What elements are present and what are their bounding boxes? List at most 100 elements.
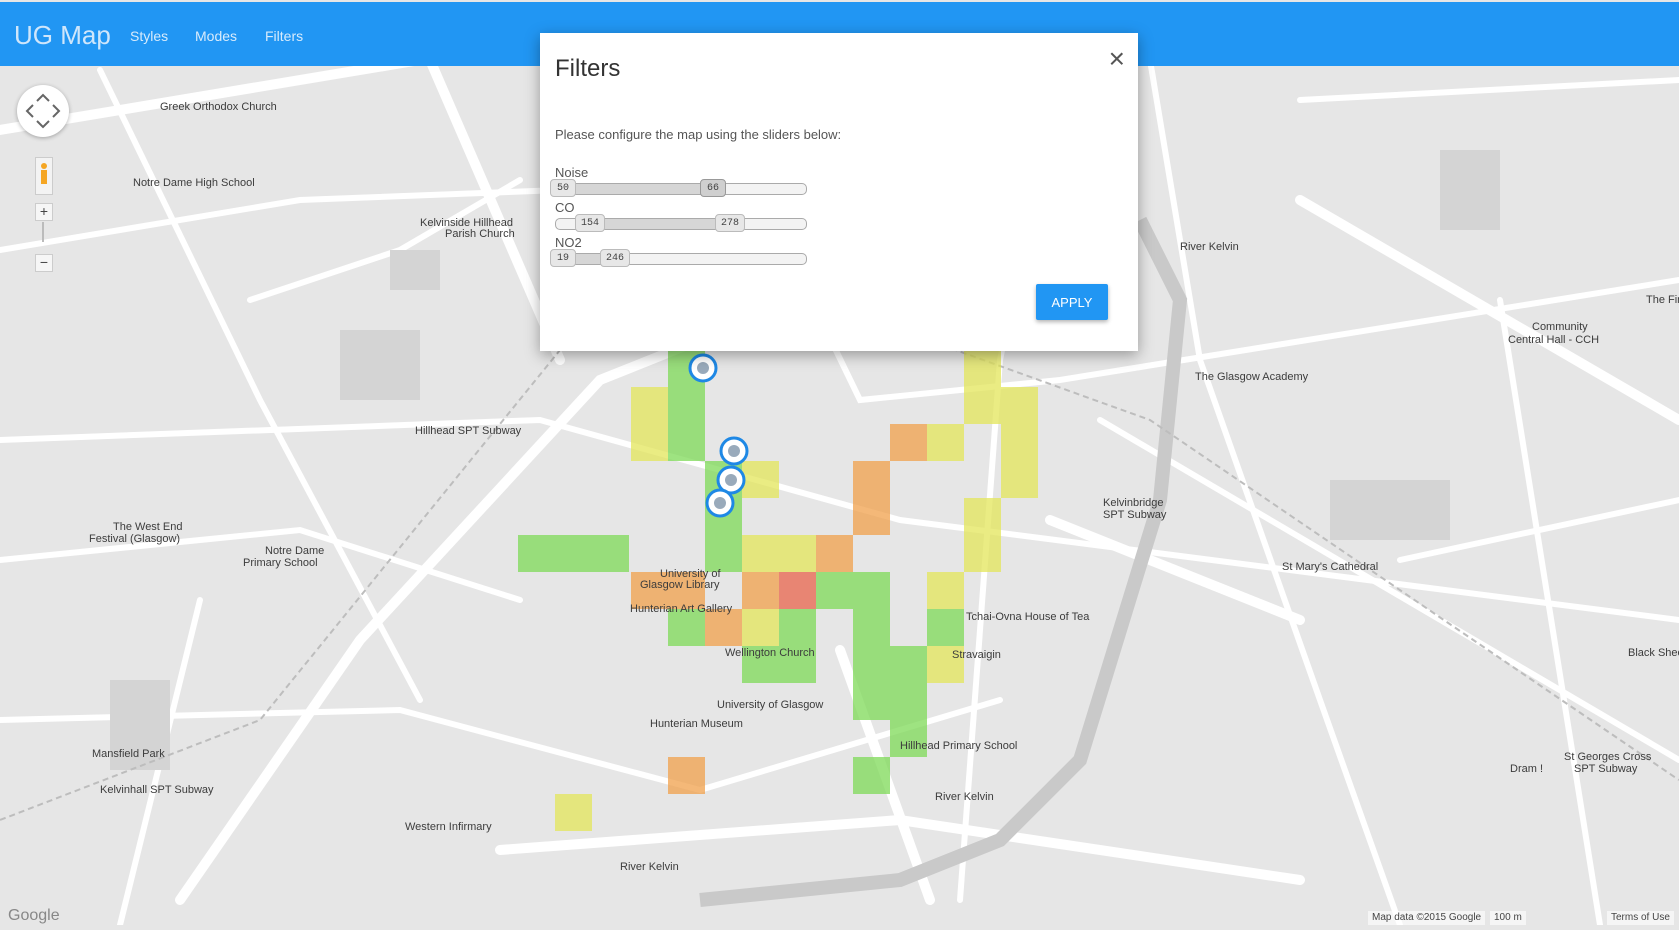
map-block-4 — [390, 250, 440, 290]
no2-max-handle[interactable]: 246 — [600, 249, 631, 267]
heatmap-cell-25 — [816, 535, 853, 572]
heatmap-cell-41 — [853, 646, 890, 683]
heatmap-cell-47 — [668, 757, 705, 794]
heatmap-cell-17 — [964, 498, 1001, 535]
map-label-20: River Kelvin — [1180, 241, 1239, 253]
noise-slider[interactable]: 50 66 — [550, 179, 807, 197]
nav-filters[interactable]: Filters — [265, 28, 303, 44]
heatmap-cell-21 — [592, 535, 629, 572]
street-view-pegman-icon[interactable] — [35, 157, 53, 195]
map-label-12: Wellington Church — [725, 647, 815, 659]
noise-max-handle[interactable]: 66 — [700, 179, 726, 197]
heatmap-cell-49 — [555, 794, 592, 831]
no2-min-handle[interactable]: 19 — [550, 249, 576, 267]
map-block-3 — [1440, 150, 1500, 230]
heatmap-cell-44 — [853, 683, 890, 720]
co-slider[interactable]: 154 278 — [555, 214, 807, 232]
heatmap-cell-48 — [853, 757, 890, 794]
heatmap-cell-2 — [631, 387, 668, 424]
map-label-16: Mansfield Park — [92, 748, 165, 760]
sensor-marker-glyph-0 — [697, 362, 709, 374]
map-label-29: Stravaigin — [952, 649, 1001, 661]
sensor-marker-glyph-1 — [728, 445, 740, 457]
zoom-in-button[interactable]: + — [35, 203, 53, 221]
map-label-31: Dram ! — [1510, 763, 1543, 775]
sensor-marker-glyph-2 — [725, 474, 737, 486]
noise-label: Noise — [555, 165, 589, 180]
heatmap-cell-24 — [779, 535, 816, 572]
map-label-27: St Mary's Cathedral — [1282, 561, 1378, 573]
map-label-25: Kelvinbridge — [1103, 497, 1164, 509]
pan-control[interactable] — [17, 85, 69, 137]
map-label-18: Western Infirmary — [405, 821, 492, 833]
co-min-handle[interactable]: 154 — [575, 214, 606, 232]
apply-button[interactable]: APPLY — [1036, 284, 1108, 320]
heatmap-cell-36 — [779, 609, 816, 646]
map-label-3: Parish Church — [445, 228, 515, 240]
heatmap-cell-22 — [705, 535, 742, 572]
map-label-0: Greek Orthodox Church — [160, 101, 277, 113]
map-label-28: Tchai-Ovna House of Tea — [966, 611, 1090, 623]
map-block-2 — [1330, 480, 1450, 540]
dialog-instructions: Please configure the map using the slide… — [555, 127, 842, 142]
heatmap-cell-23 — [742, 535, 779, 572]
pan-arrows-icon — [25, 93, 61, 129]
filters-dialog: Filters × Please configure the map using… — [540, 33, 1138, 351]
heatmap-cell-8 — [853, 461, 890, 498]
map-label-30: Black Sheep Bistro — [1628, 647, 1679, 659]
zoom-out-button[interactable]: − — [35, 254, 53, 272]
map-label-1: Notre Dame High School — [133, 177, 255, 189]
heatmap-cell-42 — [890, 646, 927, 683]
heatmap-cell-29 — [779, 572, 816, 609]
map-label-32: St Georges Cross — [1564, 751, 1652, 763]
heatmap-cell-10 — [890, 424, 927, 461]
heatmap-cell-19 — [518, 535, 555, 572]
nav-modes[interactable]: Modes — [195, 28, 237, 44]
heatmap-cell-32 — [927, 572, 964, 609]
heatmap-cell-3 — [631, 424, 668, 461]
heatmap-cell-9 — [853, 498, 890, 535]
map-label-26: SPT Subway — [1103, 509, 1167, 521]
heatmap-cell-45 — [890, 683, 927, 720]
close-icon[interactable]: × — [1109, 45, 1125, 73]
noise-min-handle[interactable]: 50 — [550, 179, 576, 197]
heatmap-cell-38 — [927, 609, 964, 646]
zoom-slider-track[interactable] — [42, 222, 44, 242]
map-attribution: Map data ©2015 Google — [1368, 911, 1486, 925]
map-block-1 — [340, 330, 420, 400]
map-label-24: The Glasgow Academy — [1195, 371, 1309, 383]
heatmap-cell-35 — [742, 609, 779, 646]
heatmap-cell-18 — [964, 535, 1001, 572]
no2-slider[interactable]: 19 246 — [550, 249, 807, 267]
road-6 — [175, 295, 805, 905]
app-title[interactable]: UG Map — [14, 20, 111, 51]
no2-label: NO2 — [555, 235, 582, 250]
heatmap-cell-16 — [1001, 461, 1038, 498]
heatmap-cell-31 — [853, 572, 890, 609]
map-scale: 100 m — [1490, 911, 1526, 925]
road-13 — [1097, 417, 1679, 763]
heatmap-cell-1 — [668, 387, 705, 424]
map-label-15: Hillhead Primary School — [900, 740, 1017, 752]
heatmap-cell-20 — [555, 535, 592, 572]
nav-styles[interactable]: Styles — [130, 28, 168, 44]
heatmap-cell-37 — [853, 609, 890, 646]
map-label-5: The West End — [113, 521, 183, 533]
map-label-7: Notre Dame — [265, 545, 324, 557]
map-label-8: Primary School — [243, 557, 318, 569]
co-label: CO — [555, 200, 575, 215]
map-label-13: University of Glasgow — [717, 699, 823, 711]
map-label-22: Community — [1532, 321, 1588, 333]
heatmap-cell-30 — [816, 572, 853, 609]
terms-link[interactable]: Terms of Use — [1607, 911, 1674, 925]
map-label-6: Festival (Glasgow) — [89, 533, 180, 545]
heatmap-cell-14 — [1001, 387, 1038, 424]
dialog-title: Filters — [555, 55, 621, 82]
map-label-19: River Kelvin — [620, 861, 679, 873]
map-label-23: Central Hall - CCH — [1508, 334, 1599, 346]
map-label-17: Kelvinhall SPT Subway — [100, 784, 214, 796]
co-max-handle[interactable]: 278 — [715, 214, 746, 232]
map-label-14: Hunterian Museum — [650, 718, 743, 730]
heatmap-cell-11 — [927, 424, 964, 461]
map-label-33: SPT Subway — [1574, 763, 1638, 775]
